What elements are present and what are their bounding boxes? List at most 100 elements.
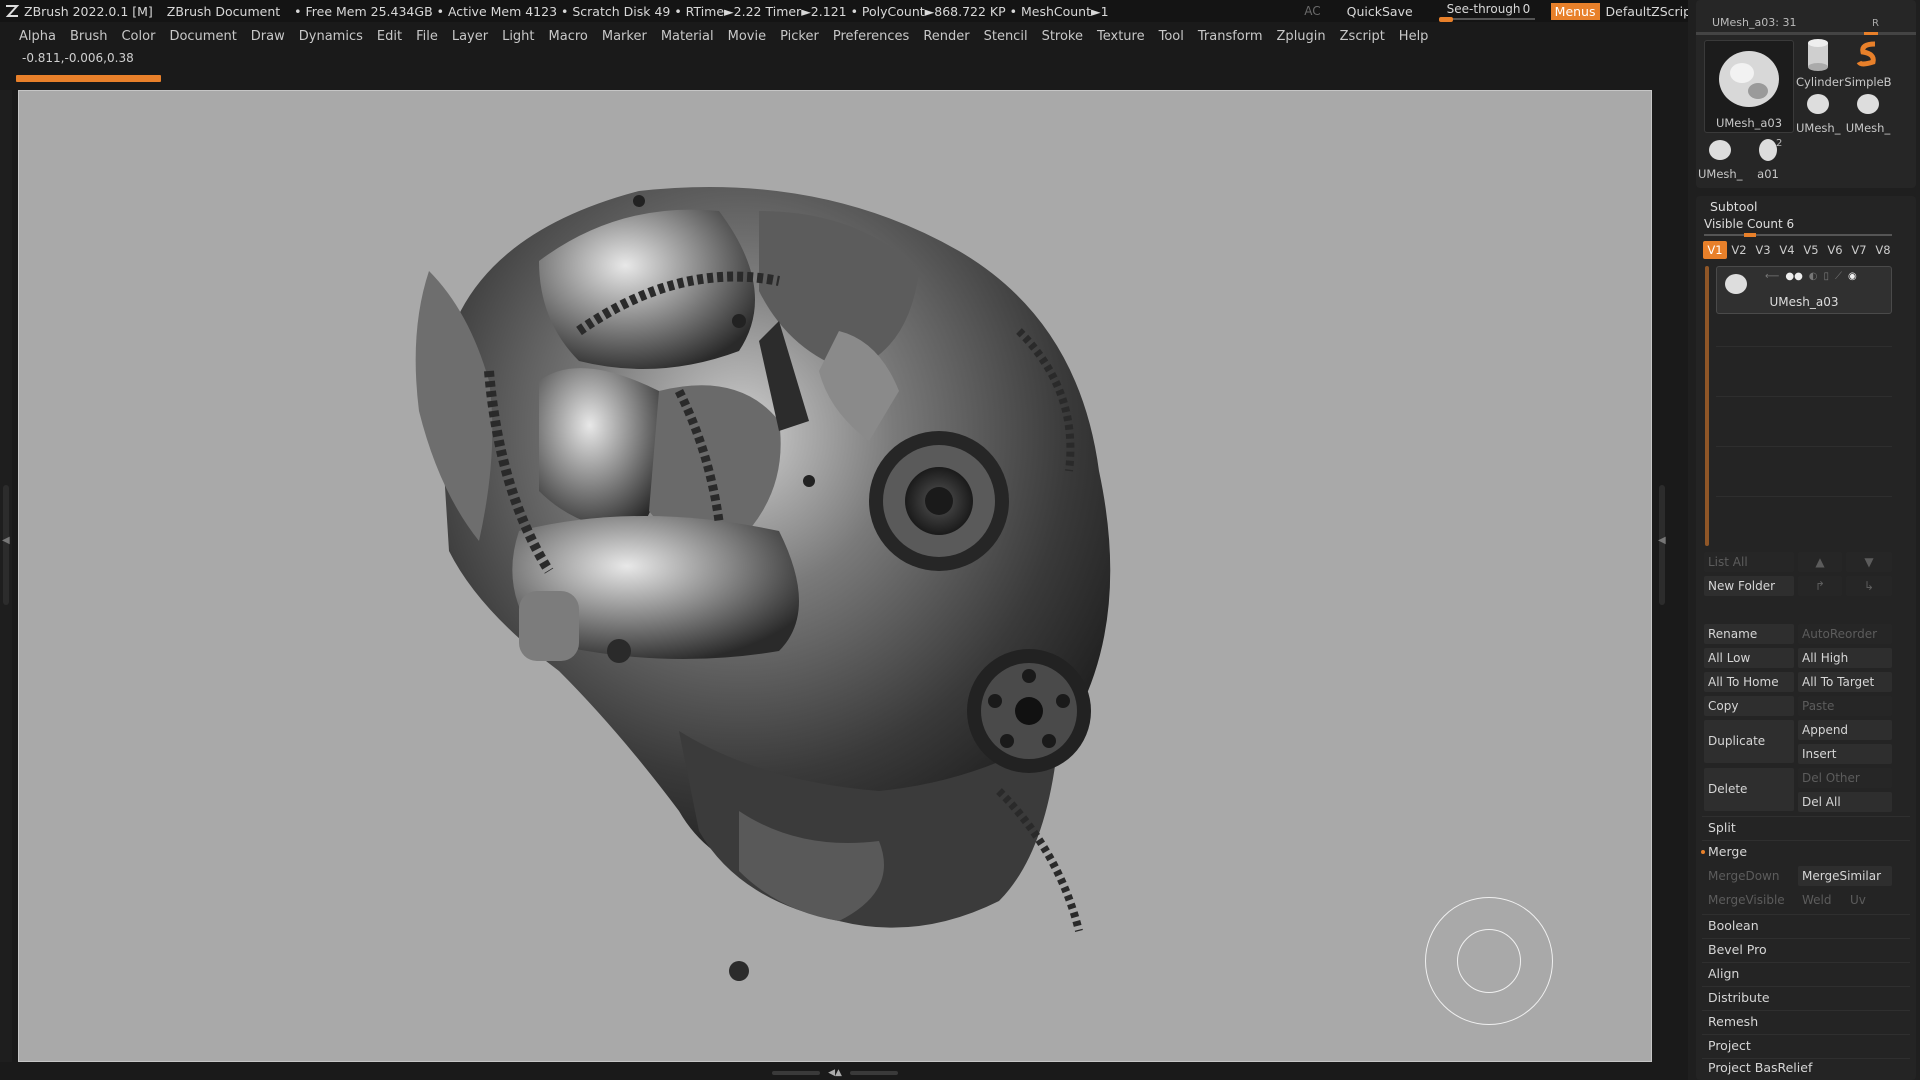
tab-v7[interactable]: V7 <box>1847 241 1871 259</box>
menu-brush[interactable]: Brush <box>70 29 108 44</box>
left-expand-icon[interactable]: ◀ <box>2 535 10 546</box>
menu-zplugin[interactable]: Zplugin <box>1277 29 1326 44</box>
project-basrelief-section[interactable]: Project BasRelief <box>1704 1058 1894 1078</box>
all-high-button[interactable]: All High <box>1798 648 1892 668</box>
tool-thumb-umesh-a03[interactable]: UMesh_a03 <box>1704 40 1794 133</box>
eye-icon[interactable]: ◉ <box>1848 271 1857 282</box>
del-all-button[interactable]: Del All <box>1798 792 1892 812</box>
remesh-section[interactable]: Remesh <box>1704 1012 1894 1032</box>
new-folder-button[interactable]: New Folder <box>1704 576 1794 596</box>
menu-zscript[interactable]: Zscript <box>1340 29 1385 44</box>
visible-count-knob[interactable] <box>1744 233 1756 237</box>
document-canvas[interactable] <box>18 90 1652 1062</box>
bottom-expand-icon[interactable]: ◀▲ <box>828 1068 842 1078</box>
see-through-knob[interactable] <box>1438 17 1453 22</box>
list-all-button[interactable]: List All <box>1704 552 1794 572</box>
menu-file[interactable]: File <box>416 29 438 44</box>
folder-action-icon[interactable]: ⟵ <box>1765 271 1779 282</box>
polypaint-icon[interactable]: ●● <box>1785 271 1802 282</box>
tool-thumb-simplebrush[interactable]: SimpleB <box>1844 38 1892 89</box>
subtool-item-umesh-a03[interactable]: ⟵ ●● ◐ ▯ ⟋ ◉ UMesh_a03 <box>1716 266 1892 314</box>
delete-button[interactable]: Delete <box>1704 768 1794 811</box>
move-up-icon[interactable]: ▲ <box>1798 552 1842 572</box>
navigation-gizmo-center[interactable] <box>1457 929 1521 993</box>
tab-v6[interactable]: V6 <box>1823 241 1847 259</box>
auto-reorder-button[interactable]: AutoReorder <box>1798 624 1892 644</box>
menu-light[interactable]: Light <box>502 29 534 44</box>
tool-thumb-umesh-4[interactable]: UMesh_ <box>1698 136 1742 182</box>
menu-help[interactable]: Help <box>1399 29 1429 44</box>
ac-button[interactable]: AC <box>1304 4 1320 18</box>
move-down-icon[interactable]: ▼ <box>1846 552 1892 572</box>
tool-thumb-cylinder[interactable]: Cylinder <box>1796 38 1844 89</box>
menu-layer[interactable]: Layer <box>452 29 488 44</box>
subtool-list-scrollbar[interactable] <box>1705 266 1709 546</box>
menu-stencil[interactable]: Stencil <box>984 29 1028 44</box>
append-button[interactable]: Append <box>1798 720 1892 740</box>
menu-stroke[interactable]: Stroke <box>1042 29 1083 44</box>
tab-v5[interactable]: V5 <box>1799 241 1823 259</box>
tab-v2[interactable]: V2 <box>1727 241 1751 259</box>
boolean-section[interactable]: Boolean <box>1704 916 1894 936</box>
bottom-dock-handle[interactable]: ◀▲ <box>770 1068 900 1078</box>
solo-icon[interactable]: ◐ <box>1809 271 1818 282</box>
tab-v8[interactable]: V8 <box>1871 241 1895 259</box>
menu-dynamics[interactable]: Dynamics <box>299 29 363 44</box>
menu-picker[interactable]: Picker <box>780 29 819 44</box>
tool-thumb-umesh-3[interactable]: UMesh_ <box>1844 90 1892 136</box>
subtool-title[interactable]: Subtool <box>1710 199 1757 214</box>
menu-alpha[interactable]: Alpha <box>19 29 56 44</box>
brush-toggle-icon[interactable]: ⟋ <box>1835 271 1842 282</box>
folder-move-down-icon[interactable]: ↳ <box>1846 576 1892 596</box>
project-section[interactable]: Project <box>1704 1036 1894 1056</box>
uv-toggle[interactable]: Uv <box>1846 890 1890 910</box>
menu-edit[interactable]: Edit <box>377 29 402 44</box>
tool-thumb-a01[interactable]: a01 2 <box>1746 136 1790 182</box>
menus-toggle[interactable]: Menus <box>1550 2 1600 20</box>
menu-color[interactable]: Color <box>121 29 155 44</box>
menu-movie[interactable]: Movie <box>728 29 766 44</box>
weld-toggle[interactable]: Weld <box>1798 890 1842 910</box>
menu-document[interactable]: Document <box>169 29 236 44</box>
bevel-pro-section[interactable]: Bevel Pro <box>1704 940 1894 960</box>
menu-transform[interactable]: Transform <box>1198 29 1263 44</box>
menu-render[interactable]: Render <box>923 29 969 44</box>
layer-icon[interactable]: ▯ <box>1824 271 1830 282</box>
tab-v1[interactable]: V1 <box>1703 241 1727 259</box>
del-other-button[interactable]: Del Other <box>1798 768 1892 788</box>
quicksave-button[interactable]: QuickSave <box>1347 4 1413 19</box>
paste-button[interactable]: Paste <box>1798 696 1892 716</box>
right-expand-icon[interactable]: ◀ <box>1658 535 1666 546</box>
merge-down-button[interactable]: MergeDown <box>1704 866 1794 886</box>
merge-similar-button[interactable]: MergeSimilar <box>1798 866 1892 886</box>
tab-v4[interactable]: V4 <box>1775 241 1799 259</box>
merge-section[interactable]: Merge <box>1701 842 1894 862</box>
see-through-slider[interactable]: See-through 0 <box>1438 0 1537 22</box>
menu-preferences[interactable]: Preferences <box>833 29 909 44</box>
insert-button[interactable]: Insert <box>1798 744 1892 764</box>
menu-material[interactable]: Material <box>661 29 714 44</box>
navigation-gizmo[interactable] <box>1425 897 1553 1025</box>
menu-tool[interactable]: Tool <box>1159 29 1184 44</box>
copy-button[interactable]: Copy <box>1704 696 1794 716</box>
all-low-button[interactable]: All Low <box>1704 648 1794 668</box>
folder-move-up-icon[interactable]: ↱ <box>1798 576 1842 596</box>
menu-macro[interactable]: Macro <box>549 29 588 44</box>
align-section[interactable]: Align <box>1704 964 1894 984</box>
distribute-section[interactable]: Distribute <box>1704 988 1894 1008</box>
rename-button[interactable]: Rename <box>1704 624 1794 644</box>
merge-visible-button[interactable]: MergeVisible <box>1704 890 1794 910</box>
all-to-home-button[interactable]: All To Home <box>1704 672 1794 692</box>
tool-slider-knob[interactable] <box>1864 32 1878 35</box>
default-zscript-button[interactable]: DefaultZScript <box>1606 4 1697 19</box>
menu-texture[interactable]: Texture <box>1097 29 1145 44</box>
menu-draw[interactable]: Draw <box>251 29 285 44</box>
menu-marker[interactable]: Marker <box>602 29 647 44</box>
tab-v3[interactable]: V3 <box>1751 241 1775 259</box>
visible-count-slider[interactable] <box>1704 233 1892 237</box>
all-to-target-button[interactable]: All To Target <box>1798 672 1892 692</box>
duplicate-button[interactable]: Duplicate <box>1704 720 1794 763</box>
tool-slider[interactable] <box>1696 32 1916 35</box>
tool-thumb-umesh-2[interactable]: UMesh_ <box>1796 90 1840 136</box>
split-section[interactable]: Split <box>1704 818 1894 838</box>
